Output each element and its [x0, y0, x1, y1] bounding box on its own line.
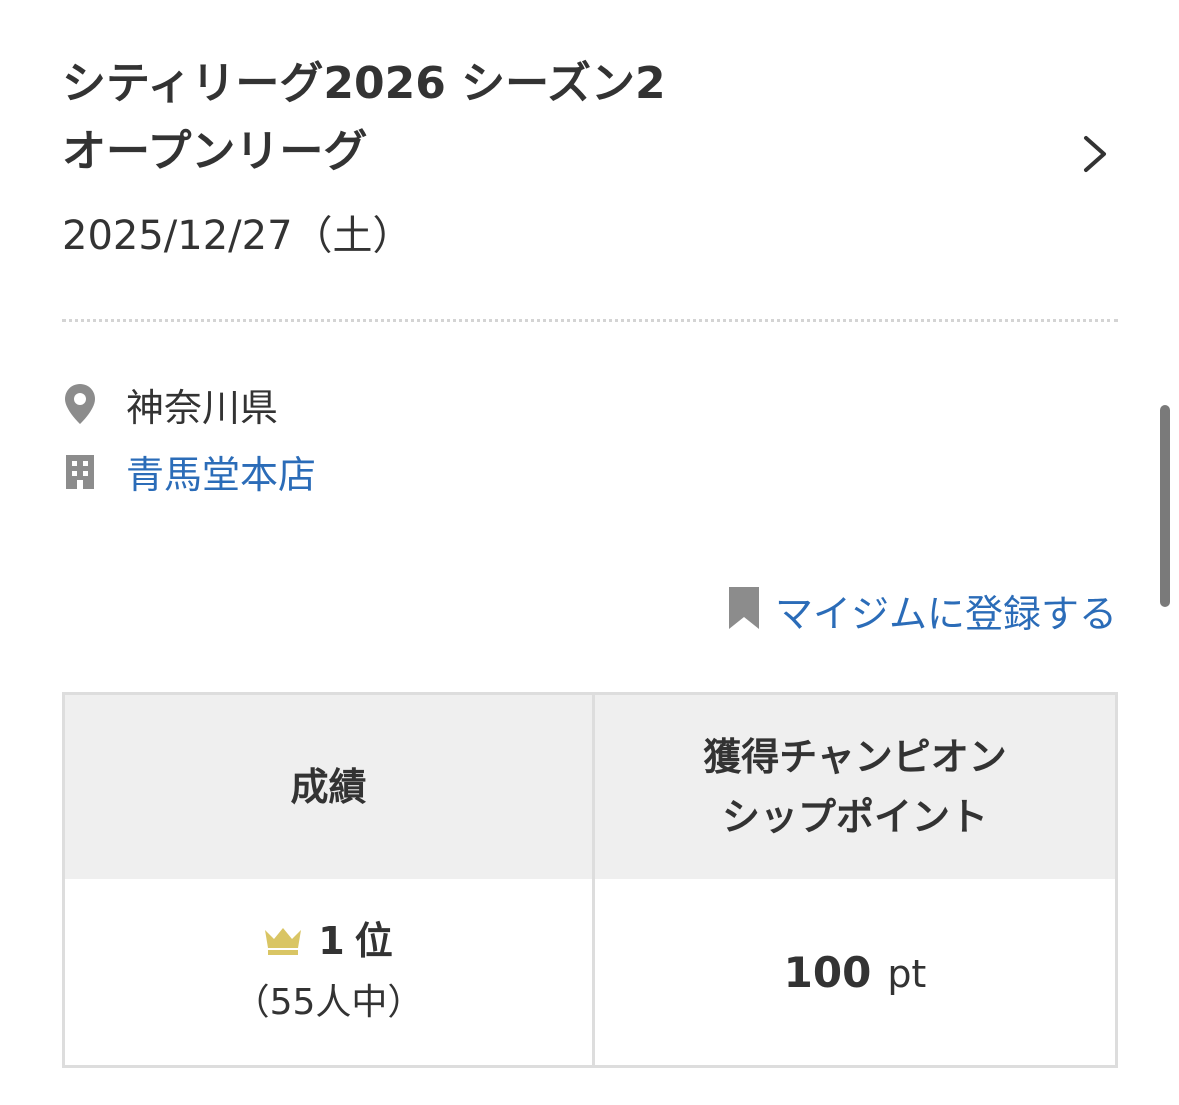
points-cell: 100 pt [595, 879, 1115, 1065]
points-header: 獲得チャンピオン シップポイント [595, 695, 1115, 879]
rank-suffix: 位 [354, 919, 393, 963]
prefecture-text: 神奈川県 [126, 385, 279, 430]
crown-icon [264, 926, 302, 956]
register-mygym-button[interactable]: マイジムに登録する [727, 580, 1117, 640]
event-header-link[interactable]: シティリーグ2026 シーズン2 オープンリーグ 2025/12/27（土） [62, 44, 1118, 274]
map-pin-icon [62, 380, 110, 428]
divider [62, 319, 1118, 322]
event-title-line2: オープンリーグ [62, 126, 368, 177]
event-result-page: シティリーグ2026 シーズン2 オープンリーグ 2025/12/27（土） 神… [0, 0, 1179, 1105]
store-link[interactable]: 青馬堂本店 [62, 441, 316, 501]
event-title-line1: シティリーグ2026 シーズン2 [62, 58, 666, 109]
bookmark-icon [727, 585, 761, 635]
rank-number: 1 [318, 919, 345, 963]
rank-header: 成績 [65, 695, 592, 879]
rank-line: 1 位 [264, 913, 393, 969]
register-mygym-label: マイジムに登録する [774, 591, 1117, 636]
points-header-line1: 獲得チャンピオン [703, 735, 1007, 779]
results-table: 成績 獲得チャンピオン シップポイント 1 位 （55人中） 100 pt [62, 692, 1118, 1068]
participants-count: （55人中） [233, 982, 424, 1023]
scrollbar-thumb[interactable] [1160, 405, 1170, 607]
chevron-right-icon[interactable] [1076, 132, 1112, 176]
event-date: 2025/12/27（土） [62, 213, 413, 259]
prefecture-row: 神奈川県 [62, 374, 278, 434]
points-unit: pt [887, 951, 927, 996]
rank-cell: 1 位 （55人中） [65, 879, 592, 1065]
building-icon [62, 447, 110, 495]
points-header-line2: シップポイント [721, 795, 988, 839]
points-value: 100 [783, 947, 872, 997]
points-line: 100 pt [784, 948, 927, 997]
event-title: シティリーグ2026 シーズン2 オープンリーグ [62, 50, 962, 186]
store-name: 青馬堂本店 [126, 452, 317, 497]
